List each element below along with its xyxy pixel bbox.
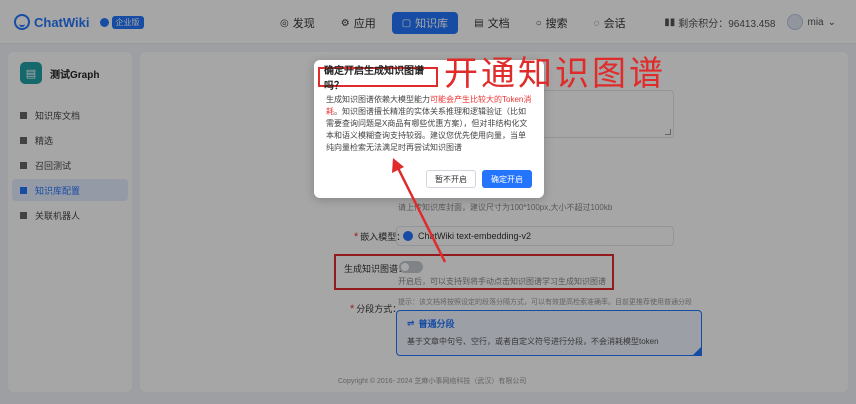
annotation-arrow-icon <box>392 158 447 263</box>
